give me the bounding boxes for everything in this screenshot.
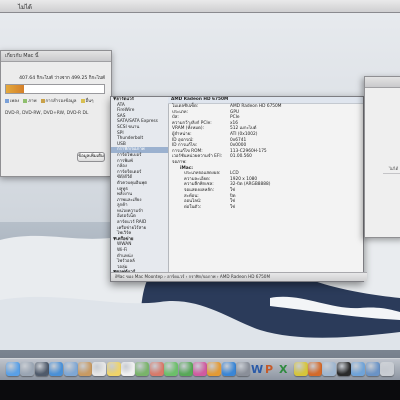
maps-icon[interactable] xyxy=(135,362,149,376)
detail-value: ใช่ xyxy=(230,204,236,210)
mail-icon[interactable] xyxy=(64,362,78,376)
dock: WPX xyxy=(0,358,400,381)
safari-icon[interactable] xyxy=(49,362,63,376)
trash-icon[interactable] xyxy=(380,362,394,376)
storage-legend-swatch xyxy=(5,98,9,103)
sysinfo-sidebar[interactable]: ▼ฮาร์ดแวร์ ATA FireWire SAS SATA/SATA Expres… xyxy=(111,97,169,273)
right-window-partial: ไม่ได้ xyxy=(364,76,400,238)
system-information-window: ▼ฮาร์ดแวร์ ATA FireWire SAS SATA/SATA Expres… xyxy=(110,96,367,282)
firefox-icon[interactable] xyxy=(308,362,322,376)
storage-legend-item: อื่นๆ xyxy=(80,97,94,104)
storage-legend: เพลง ภาพ การสำรองข้อมูล อื่นๆ xyxy=(5,97,105,104)
storage-legend-label: การสำรองข้อมูล xyxy=(45,99,77,104)
storage-legend-label: เพลง xyxy=(10,99,20,104)
detail-row: ต่อในตัว: ใช่ xyxy=(168,205,363,211)
excel-icon[interactable]: X xyxy=(279,363,287,376)
storage-legend-swatch xyxy=(80,98,85,103)
system-preferences-icon[interactable] xyxy=(236,362,250,376)
calendar-icon[interactable] xyxy=(92,362,106,376)
downloads-icon[interactable] xyxy=(366,362,380,376)
ibooks-icon[interactable] xyxy=(207,362,221,376)
right-window-titlebar[interactable] xyxy=(365,77,400,88)
right-window-divider xyxy=(383,173,400,174)
itunes-icon[interactable] xyxy=(193,362,207,376)
notes-icon[interactable] xyxy=(107,362,121,376)
photos-icon[interactable] xyxy=(150,362,164,376)
screen: ไม่ได้ เกี่ยวกับ Mac นี้ 407.64 กิกะไบต์… xyxy=(0,0,400,400)
storage-usage-fill xyxy=(6,85,24,93)
powerpoint-icon[interactable]: P xyxy=(265,363,273,376)
app-store-icon[interactable] xyxy=(222,362,236,376)
storage-legend-item: การสำรองข้อมูล xyxy=(40,97,77,104)
chrome-icon[interactable] xyxy=(294,362,308,376)
mission-control-icon[interactable] xyxy=(35,362,49,376)
storage-legend-swatch xyxy=(23,98,28,103)
optical-drive-info: DVD-R, DVD-RW, DVD+RW, DVD-R DL xyxy=(5,111,89,116)
facetime-icon[interactable] xyxy=(179,362,193,376)
about-window-titlebar[interactable]: เกี่ยวกับ Mac นี้ xyxy=(1,51,111,62)
more-info-button[interactable]: ข้อมูลเพิ่มเติม xyxy=(77,152,105,162)
path-bar: iMac ของ Mac Moontep › ฮาร์ดแวร์ › กราฟิ… xyxy=(111,272,367,281)
storage-caption: 407.64 กิกะไบต์ ว่างจาก 499.25 กิกะไบต์ xyxy=(19,76,105,81)
menu-bar: ไม่ได้ xyxy=(0,0,400,13)
storage-legend-item: เพลง xyxy=(5,97,19,104)
contacts-icon[interactable] xyxy=(78,362,92,376)
detail-key: ต่อในตัว: xyxy=(184,204,202,210)
storage-usage-bar xyxy=(5,84,105,94)
storage-legend-label: ภาพ xyxy=(28,99,37,104)
finder-icon[interactable] xyxy=(6,362,20,376)
storage-legend-swatch xyxy=(40,98,45,103)
right-window-label: ไม่ได้ xyxy=(389,166,399,171)
storage-legend-item: ภาพ xyxy=(23,97,37,104)
monitor-bezel xyxy=(0,380,400,400)
folder-icon[interactable] xyxy=(351,362,365,376)
detail-value: 01.00.560 xyxy=(230,154,252,160)
detail-rows: โมเดลชิปเซ็ต: AMD Radeon HD 6750M ประเภท: G… xyxy=(168,104,363,210)
sysinfo-detail-pane: AMD Radeon HD 6750M โมเดลชิปเซ็ต: AMD Rad… xyxy=(168,97,363,273)
detail-value: 32-บิต (ARGB8888) xyxy=(230,182,271,188)
storage-section: 407.64 กิกะไบต์ ว่างจาก 499.25 กิกะไบต์ xyxy=(5,75,105,94)
preview-icon[interactable] xyxy=(322,362,336,376)
menu-bar-title[interactable]: ไม่ได้ xyxy=(18,2,32,12)
storage-legend-label: อื่นๆ xyxy=(85,99,94,104)
word-icon[interactable]: W xyxy=(251,363,263,376)
reminders-icon[interactable] xyxy=(121,362,135,376)
terminal-icon[interactable] xyxy=(337,362,351,376)
about-this-mac-window: เกี่ยวกับ Mac นี้ 407.64 กิกะไบต์ ว่างจา… xyxy=(0,50,112,177)
detail-header: AMD Radeon HD 6750M xyxy=(168,97,363,104)
messages-icon[interactable] xyxy=(164,362,178,376)
launchpad-icon[interactable] xyxy=(20,362,34,376)
